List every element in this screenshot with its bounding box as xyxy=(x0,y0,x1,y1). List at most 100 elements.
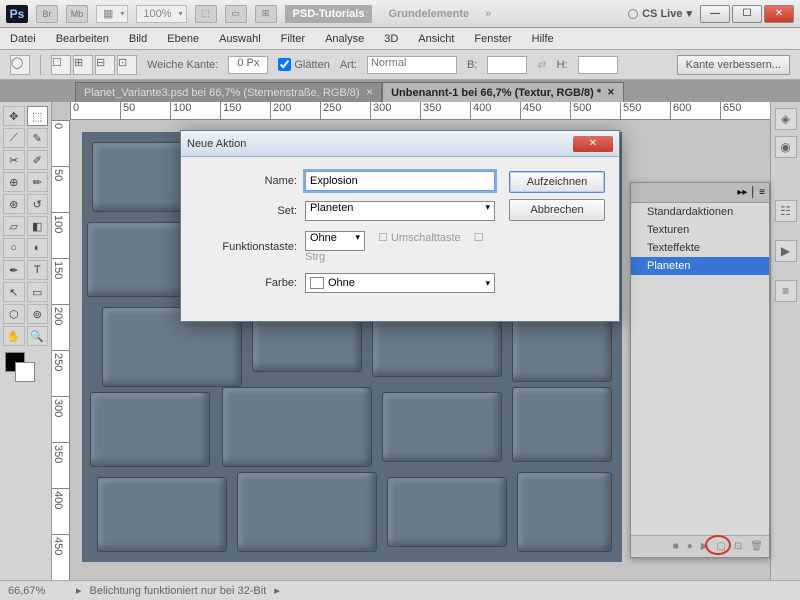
menu-auswahl[interactable]: Auswahl xyxy=(209,33,271,45)
path-tool[interactable]: ↖ xyxy=(3,282,25,302)
properties-icon[interactable]: ≡ xyxy=(775,280,797,302)
history-icon[interactable]: ☷ xyxy=(775,200,797,222)
actions-icon[interactable]: ▶ xyxy=(775,240,797,262)
shape-tool[interactable]: ▭ xyxy=(27,282,49,302)
zoom-dropdown[interactable]: 100% xyxy=(136,5,186,23)
new-selection-icon[interactable]: ☐ xyxy=(51,55,71,75)
options-bar: ◯ ☐ ⊞ ⊟ ⊡ Weiche Kante: 0 Px Glätten Art… xyxy=(0,50,800,80)
feather-input[interactable]: 0 Px xyxy=(228,56,268,74)
new-action-dialog: Neue Aktion ✕ Name: Set: Planeten Funkti… xyxy=(180,130,620,322)
cancel-button[interactable]: Abbrechen xyxy=(509,199,605,221)
view-extras-dropdown[interactable]: ▦ xyxy=(96,5,128,23)
width-input[interactable] xyxy=(487,56,527,74)
zoom-tool[interactable]: 🔍 xyxy=(27,326,49,346)
stop-icon[interactable]: ■ xyxy=(673,541,679,552)
tool-preset-icon[interactable]: ◯ xyxy=(10,55,30,75)
new-set-icon[interactable]: ▢ xyxy=(716,541,725,552)
menu-bearbeiten[interactable]: Bearbeiten xyxy=(46,33,119,45)
panel-header[interactable]: ▸▸ │ ≡ xyxy=(631,183,769,203)
move-tool[interactable]: ✥ xyxy=(3,106,25,126)
history-brush-tool[interactable]: ↺ xyxy=(27,194,49,214)
type-tool[interactable]: T xyxy=(27,260,49,280)
ruler-horizontal: 0501001502002503003504004505005506006507… xyxy=(70,102,770,120)
add-selection-icon[interactable]: ⊞ xyxy=(73,55,93,75)
actions-panel: ▸▸ │ ≡ Standardaktionen Texturen Texteff… xyxy=(630,182,770,558)
new-action-icon[interactable]: ⊡ xyxy=(734,541,742,552)
action-set-item-selected[interactable]: Planeten xyxy=(631,257,769,275)
trash-icon[interactable]: 🗑 xyxy=(750,541,763,552)
wand-tool[interactable]: ✎ xyxy=(27,128,49,148)
marquee-tool[interactable]: ⬚ xyxy=(27,106,49,126)
intersect-selection-icon[interactable]: ⊡ xyxy=(117,55,137,75)
refine-edge-button[interactable]: Kante verbessern... xyxy=(677,55,790,75)
workspace-inactive[interactable]: Grundelemente xyxy=(380,5,477,23)
set-select[interactable]: Planeten xyxy=(305,201,495,221)
zoom-display[interactable]: 66,67% xyxy=(8,585,68,597)
3d-camera-tool[interactable]: ⊚ xyxy=(27,304,49,324)
action-set-item[interactable]: Texturen xyxy=(631,221,769,239)
menu-3d[interactable]: 3D xyxy=(374,33,408,45)
close-icon[interactable]: ✕ xyxy=(366,87,374,98)
maximize-button[interactable]: ☐ xyxy=(732,5,762,23)
dialog-close-button[interactable]: ✕ xyxy=(573,136,613,152)
document-tab-2[interactable]: Unbenannt-1 bei 66,7% (Textur, RGB/8) *✕ xyxy=(382,82,624,102)
stamp-tool[interactable]: ⊛ xyxy=(3,194,25,214)
ruler-vertical: 050100150200250300350400450 xyxy=(52,120,70,580)
style-select[interactable]: Normal xyxy=(367,56,457,74)
document-tab-1[interactable]: Planet_Variante3.psd bei 66,7% (Sternens… xyxy=(75,82,382,102)
toolbox: ✥⬚ ⟋✎ ✂✐ ⊕✏ ⊛↺ ▱◧ ○◐ ✒T ↖▭ ⬡⊚ ✋🔍 xyxy=(0,102,52,580)
menu-datei[interactable]: Datei xyxy=(0,33,46,45)
pen-tool[interactable]: ✒ xyxy=(3,260,25,280)
blur-tool[interactable]: ○ xyxy=(3,238,25,258)
brush-tool[interactable]: ✏ xyxy=(27,172,49,192)
minibridge-button[interactable]: Mb xyxy=(66,5,88,23)
hand-tool[interactable]: ✋ xyxy=(3,326,25,346)
color-swatches[interactable] xyxy=(3,352,43,388)
menu-fenster[interactable]: Fenster xyxy=(464,33,521,45)
close-button[interactable]: ✕ xyxy=(764,5,794,23)
view-icon-2[interactable]: ▭ xyxy=(225,5,247,23)
record-button[interactable]: Aufzeichnen xyxy=(509,171,605,193)
width-label: B: xyxy=(467,59,477,71)
right-dock: ◈ ◉ ☷ ▶ ≡ xyxy=(770,102,800,580)
eraser-tool[interactable]: ▱ xyxy=(3,216,25,236)
function-key-select[interactable]: Ohne xyxy=(305,231,365,251)
close-icon[interactable]: ✕ xyxy=(607,87,615,98)
height-label: H: xyxy=(557,59,568,71)
dodge-tool[interactable]: ◐ xyxy=(27,238,49,258)
antialias-checkbox[interactable]: Glätten xyxy=(278,58,329,71)
view-icon-3[interactable]: ⊞ xyxy=(255,5,277,23)
bridge-button[interactable]: Br xyxy=(36,5,58,23)
heal-tool[interactable]: ⊕ xyxy=(3,172,25,192)
layers-icon[interactable]: ◈ xyxy=(775,108,797,130)
status-bar: 66,67% ▸ Belichtung funktioniert nur bei… xyxy=(0,580,800,600)
height-input[interactable] xyxy=(578,56,618,74)
view-icon-1[interactable]: ⬚ xyxy=(195,5,217,23)
play-icon[interactable]: ▶ xyxy=(701,541,709,552)
eyedropper-tool[interactable]: ✐ xyxy=(27,150,49,170)
record-icon[interactable]: ● xyxy=(687,541,693,552)
lasso-tool[interactable]: ⟋ xyxy=(3,128,25,148)
menu-ansicht[interactable]: Ansicht xyxy=(408,33,464,45)
menu-analyse[interactable]: Analyse xyxy=(315,33,374,45)
background-color[interactable] xyxy=(15,362,35,382)
feather-label: Weiche Kante: xyxy=(147,59,218,71)
dialog-titlebar[interactable]: Neue Aktion ✕ xyxy=(181,131,619,157)
color-select[interactable]: Ohne xyxy=(305,273,495,293)
channels-icon[interactable]: ◉ xyxy=(775,136,797,158)
cslive-button[interactable]: CS Live ▾ xyxy=(628,7,692,20)
name-input[interactable] xyxy=(305,171,495,191)
menu-bild[interactable]: Bild xyxy=(119,33,157,45)
menu-ebene[interactable]: Ebene xyxy=(157,33,209,45)
3d-tool[interactable]: ⬡ xyxy=(3,304,25,324)
gradient-tool[interactable]: ◧ xyxy=(27,216,49,236)
menu-hilfe[interactable]: Hilfe xyxy=(522,33,564,45)
crop-tool[interactable]: ✂ xyxy=(3,150,25,170)
document-tabs: Planet_Variante3.psd bei 66,7% (Sternens… xyxy=(0,80,800,102)
workspace-active[interactable]: PSD-Tutorials xyxy=(285,5,373,23)
action-set-item[interactable]: Standardaktionen xyxy=(631,203,769,221)
minimize-button[interactable]: — xyxy=(700,5,730,23)
subtract-selection-icon[interactable]: ⊟ xyxy=(95,55,115,75)
action-set-item[interactable]: Texteffekte xyxy=(631,239,769,257)
menu-filter[interactable]: Filter xyxy=(271,33,315,45)
